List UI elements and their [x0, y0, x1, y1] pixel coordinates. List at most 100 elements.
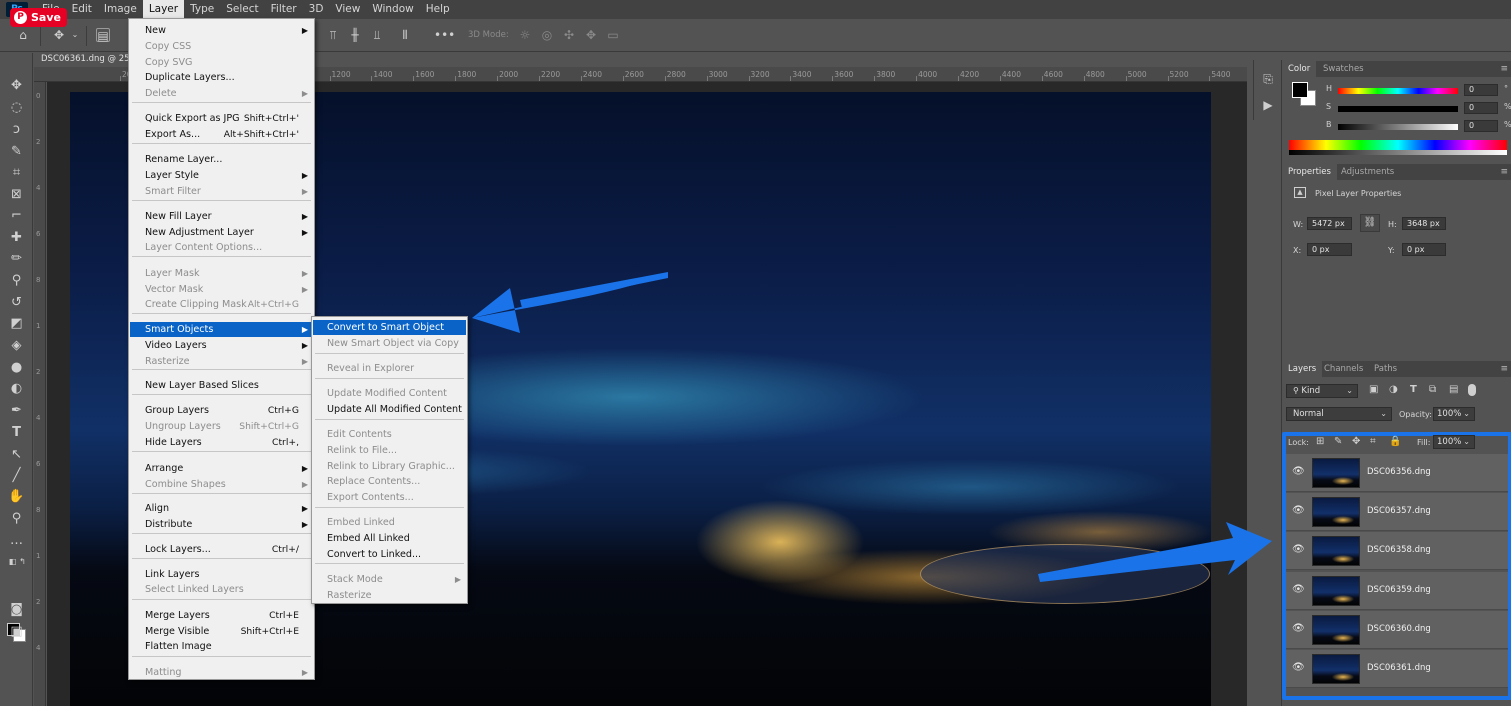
tab-swatches[interactable]: Swatches: [1317, 61, 1370, 77]
menu-item-quick-export-as-jpg[interactable]: Quick Export as JPG Shift+Ctrl+': [130, 111, 313, 126]
tab-channels[interactable]: Channels: [1318, 361, 1369, 377]
saturation-track[interactable]: [1338, 106, 1458, 112]
submenu-item-update-modified-content[interactable]: Update Modified Content: [313, 386, 466, 401]
menu-filter[interactable]: Filter: [265, 0, 303, 19]
menu-item-new-fill-layer[interactable]: New Fill Layer ▶: [130, 209, 313, 224]
visibility-eye-icon[interactable]: 👁: [1292, 545, 1305, 555]
tab-adjustments[interactable]: Adjustments: [1335, 164, 1400, 180]
pinterest-save-button[interactable]: P Save: [10, 8, 67, 27]
menu-edit[interactable]: Edit: [66, 0, 98, 19]
menu-item-copy-svg[interactable]: Copy SVG: [130, 55, 313, 70]
menu-item-merge-visible[interactable]: Merge Visible Shift+Ctrl+E: [130, 624, 313, 639]
saturation-value[interactable]: 0: [1464, 102, 1498, 114]
auto-select-icon[interactable]: ▤: [96, 28, 110, 43]
y-field[interactable]: 0 px: [1402, 243, 1446, 256]
menu-item-flatten-image[interactable]: Flatten Image: [130, 639, 313, 654]
menu-item-smart-objects[interactable]: Smart Objects ▶: [130, 322, 313, 337]
eyedropper-tool-icon[interactable]: ⌐: [8, 207, 25, 224]
menu-item-rasterize[interactable]: Rasterize ▶: [130, 354, 313, 369]
menu-item-hide-layers[interactable]: Hide Layers Ctrl+,: [130, 435, 313, 450]
menu-item-delete[interactable]: Delete ▶: [130, 86, 313, 101]
hand-tool-icon[interactable]: ✋: [8, 488, 25, 505]
panel-menu-icon[interactable]: ≡: [1500, 64, 1508, 74]
pen-tool-icon[interactable]: ✒: [8, 402, 25, 419]
lasso-tool-icon[interactable]: ↄ: [8, 121, 25, 138]
screen-mode-icon[interactable]: ▣: [8, 623, 25, 640]
menu-item-vector-mask[interactable]: Vector Mask ▶: [130, 282, 313, 297]
layer-row[interactable]: 👁 DSC06360.dng: [1286, 610, 1508, 649]
menu-item-new-adjustment-layer[interactable]: New Adjustment Layer ▶: [130, 225, 313, 240]
tab-layers[interactable]: Layers: [1282, 361, 1323, 377]
layer-row[interactable]: 👁 DSC06356.dng: [1286, 454, 1508, 492]
lock-all-icon[interactable]: 🔒: [1389, 436, 1401, 447]
lock-artboard-icon[interactable]: ⌗: [1370, 436, 1376, 447]
blur-tool-icon[interactable]: ●: [8, 359, 25, 376]
menu-window[interactable]: Window: [366, 0, 419, 19]
panel-menu-icon[interactable]: ≡: [1500, 167, 1508, 177]
submenu-item-stack-mode[interactable]: Stack Mode ▶: [313, 572, 466, 587]
menu-select[interactable]: Select: [220, 0, 264, 19]
menu-item-new-layer-based-slices[interactable]: New Layer Based Slices: [130, 378, 313, 393]
visibility-eye-icon[interactable]: 👁: [1292, 467, 1305, 477]
3d-pan-icon[interactable]: ✣: [562, 28, 576, 42]
menu-item-ungroup-layers[interactable]: Ungroup Layers Shift+Ctrl+G: [130, 419, 313, 434]
hue-value[interactable]: 0: [1464, 84, 1498, 96]
width-field[interactable]: 5472 px: [1307, 217, 1352, 230]
submenu-item-rasterize[interactable]: Rasterize: [313, 588, 466, 603]
panel-menu-icon[interactable]: ≡: [1500, 364, 1508, 374]
visibility-eye-icon[interactable]: 👁: [1292, 623, 1305, 634]
filter-shape-icon[interactable]: ⧉: [1429, 384, 1436, 395]
menu-item-select-linked-layers[interactable]: Select Linked Layers: [130, 582, 313, 597]
quick-select-tool-icon[interactable]: ✎: [8, 143, 25, 160]
menu-layer[interactable]: Layer: [142, 0, 185, 19]
layer-row[interactable]: 👁 DSC06359.dng: [1286, 571, 1508, 610]
3d-roll-icon[interactable]: ◎: [540, 28, 554, 42]
home-icon[interactable]: ⌂: [16, 28, 30, 42]
filter-smart-object-icon[interactable]: ▤: [1449, 384, 1458, 395]
history-panel-icon[interactable]: ⎘: [1261, 72, 1275, 86]
submenu-item-relink-to-file[interactable]: Relink to File...: [313, 443, 466, 458]
visibility-eye-icon[interactable]: 👁: [1292, 506, 1305, 516]
menu-item-matting[interactable]: Matting ▶: [130, 665, 313, 680]
history-brush-tool-icon[interactable]: ↺: [8, 294, 25, 311]
menu-item-distribute[interactable]: Distribute ▶: [130, 517, 313, 532]
brush-tool-icon[interactable]: ✏: [8, 250, 25, 267]
align-bottom-icon[interactable]: ⫫: [370, 28, 384, 42]
menu-item-export-as[interactable]: Export As... Alt+Shift+Ctrl+': [130, 127, 313, 142]
marquee-tool-icon[interactable]: ◌: [8, 99, 25, 116]
menu-image[interactable]: Image: [98, 0, 143, 19]
menu-item-copy-css[interactable]: Copy CSS: [130, 39, 313, 54]
lock-transparent-icon[interactable]: ⊞: [1316, 436, 1324, 447]
foreground-color-swatch[interactable]: [1292, 82, 1308, 98]
opacity-field[interactable]: 100% ⌄: [1433, 407, 1475, 421]
quick-mask-icon[interactable]: ◙: [8, 601, 25, 618]
brightness-track[interactable]: [1338, 124, 1458, 130]
menu-item-merge-layers[interactable]: Merge Layers Ctrl+E: [130, 608, 313, 623]
layer-filter-select[interactable]: ⚲ Kind ⌄: [1286, 384, 1358, 398]
menu-item-video-layers[interactable]: Video Layers ▶: [130, 338, 313, 353]
menu-item-arrange[interactable]: Arrange ▶: [130, 461, 313, 476]
hue-track[interactable]: [1338, 88, 1458, 94]
saturation-slider[interactable]: S 0 %: [1326, 102, 1511, 116]
height-field[interactable]: 3648 px: [1402, 217, 1446, 230]
move-tool-icon[interactable]: ✥: [52, 28, 66, 42]
menu-item-new[interactable]: New ▶: [130, 23, 313, 38]
align-vcenter-icon[interactable]: ╫: [348, 28, 362, 42]
healing-brush-tool-icon[interactable]: ✚: [8, 229, 25, 246]
chevron-down-icon[interactable]: ⌄: [68, 28, 82, 42]
menu-item-combine-shapes[interactable]: Combine Shapes ▶: [130, 477, 313, 492]
submenu-item-convert-to-smart-object[interactable]: Convert to Smart Object: [313, 320, 466, 335]
menu-item-create-clipping-mask[interactable]: Create Clipping Mask Alt+Ctrl+G: [130, 297, 313, 312]
menu-item-layer-style[interactable]: Layer Style ▶: [130, 168, 313, 183]
menu-item-align[interactable]: Align ▶: [130, 501, 313, 516]
eraser-tool-icon[interactable]: ◩: [8, 315, 25, 332]
x-field[interactable]: 0 px: [1307, 243, 1352, 256]
paint-bucket-tool-icon[interactable]: ◈: [8, 337, 25, 354]
menu-3d[interactable]: 3D: [303, 0, 330, 19]
edit-toolbar-icon[interactable]: …: [8, 532, 25, 549]
menu-type[interactable]: Type: [184, 0, 220, 19]
visibility-eye-icon[interactable]: 👁: [1292, 584, 1305, 595]
tab-properties[interactable]: Properties: [1282, 164, 1337, 180]
crop-tool-icon[interactable]: ⌗: [8, 164, 25, 181]
menu-item-smart-filter[interactable]: Smart Filter ▶: [130, 184, 313, 199]
